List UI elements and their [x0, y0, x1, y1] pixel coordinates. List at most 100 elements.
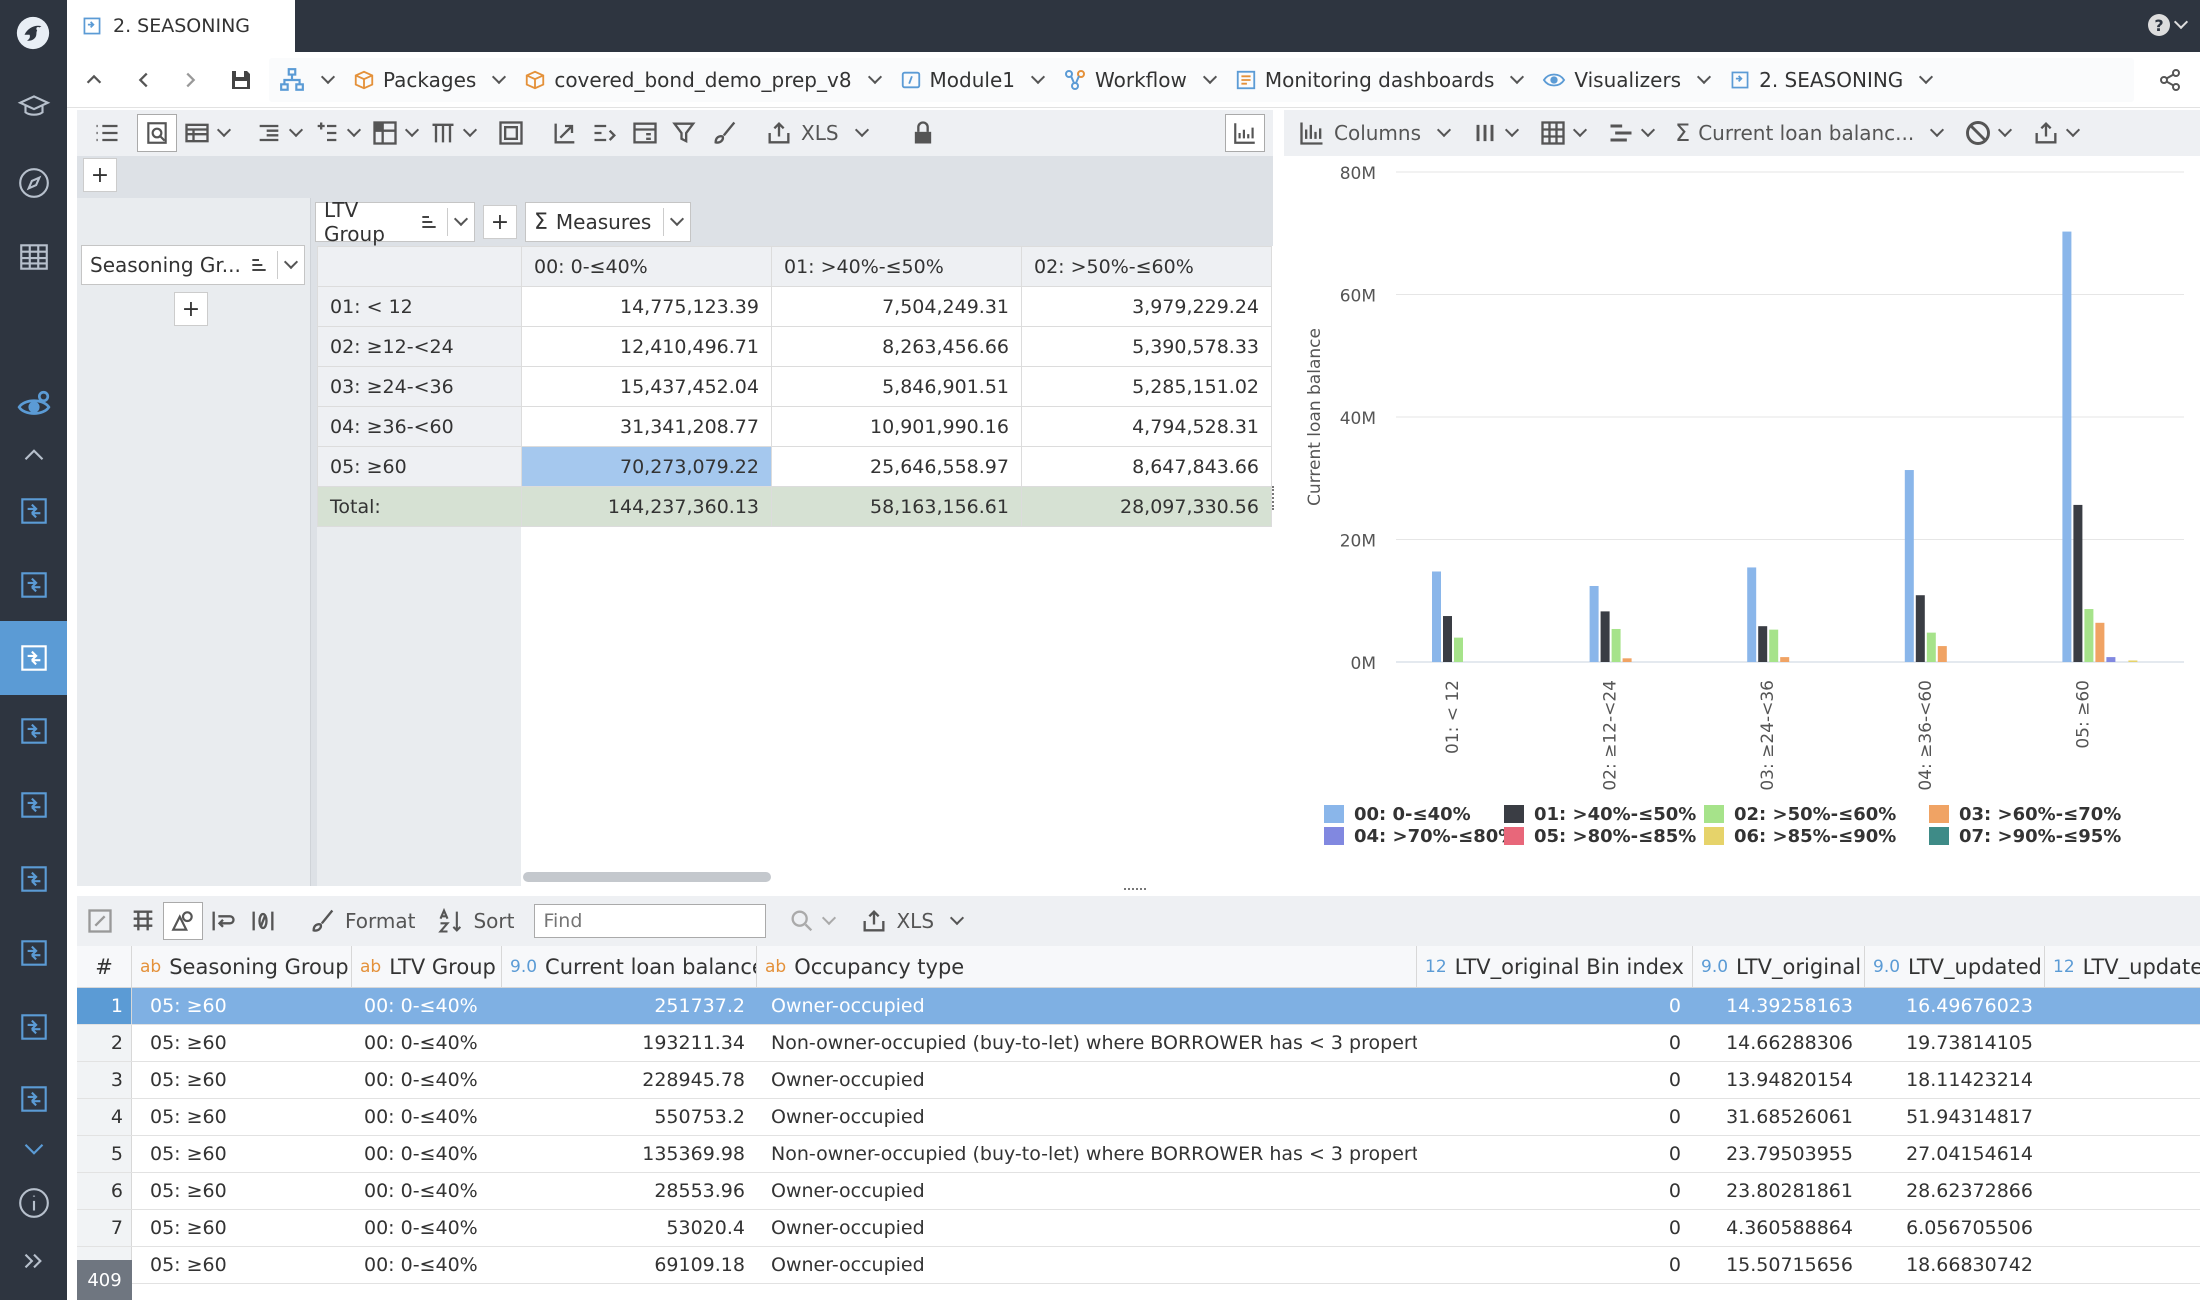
table-row[interactable]: 2 05: ≥60 00: 0-≤40% 193211.34 Non-owner-occ…	[77, 1025, 2200, 1062]
stack-button[interactable]	[1601, 110, 1659, 156]
cell-seasoning-group[interactable]: 05: ≥60	[132, 1173, 352, 1209]
null-button[interactable]	[243, 898, 283, 944]
col-header-ltv-group[interactable]: ab LTV Group	[352, 946, 502, 988]
expand-button[interactable]	[545, 110, 585, 156]
chart-export-button[interactable]	[2026, 110, 2084, 156]
back-button[interactable]	[121, 69, 167, 91]
visualizer-eye-icon[interactable]	[11, 382, 57, 428]
dashboard-9-icon[interactable]	[11, 1076, 57, 1122]
cell-ltv-updated[interactable]: 51.94314817	[1865, 1099, 2045, 1135]
grid-export-xls-button[interactable]: XLS	[854, 898, 968, 944]
export-xls-button[interactable]: XLS	[759, 110, 873, 156]
row-number[interactable]: 3	[77, 1062, 132, 1098]
cell-ltv-group[interactable]: 00: 0-≤40%	[352, 988, 502, 1024]
grid-button[interactable]	[1533, 110, 1591, 156]
add-filter-button[interactable]: +	[83, 158, 117, 192]
pivot-col-header[interactable]: 02: >50%-≤60%	[1021, 246, 1272, 287]
paint-button[interactable]	[705, 110, 745, 156]
share-button[interactable]	[2134, 68, 2200, 92]
sort-button[interactable]: Sort	[431, 898, 520, 944]
lock-button[interactable]	[903, 110, 943, 156]
cell-ltv-original[interactable]: 14.39258163	[1693, 988, 1865, 1024]
table-row[interactable]: 05: ≥60 00: 0-≤40% 69109.18 Owner-occupied 0…	[77, 1247, 2200, 1284]
list-view-button[interactable]	[77, 110, 137, 156]
col-header-ltv-updated[interactable]: 9.0 LTV_updated	[1865, 946, 2045, 988]
pivot-col-header[interactable]: 00: 0-≤40%	[521, 246, 772, 287]
pivot-row-header[interactable]: 03: ≥24-<36	[317, 366, 522, 407]
pivot-row-header[interactable]: 01: < 12	[317, 286, 522, 327]
help-menu[interactable]: ?	[2148, 14, 2189, 36]
subtotals-button[interactable]	[625, 110, 665, 156]
add-column-field-button[interactable]: +	[483, 205, 517, 239]
cell-occupancy-type[interactable]: Owner-occupied	[757, 1062, 1417, 1098]
cell-ltv-original[interactable]: 23.80281861	[1693, 1173, 1865, 1209]
pivot-cell[interactable]: 31,341,208.77	[521, 406, 772, 447]
dashboard-3-icon-active[interactable]	[0, 621, 67, 695]
pivot-cell[interactable]: 10,901,990.16	[771, 406, 1022, 447]
cell-ltv-original[interactable]: 4.360588864	[1693, 1210, 1865, 1246]
col-header-index[interactable]: #	[77, 946, 132, 988]
cell-ltv-updated[interactable]: 27.04154614	[1865, 1136, 2045, 1172]
chevron-down-icon[interactable]	[453, 211, 469, 227]
find-input[interactable]	[534, 904, 767, 938]
filter-sum-button[interactable]	[665, 110, 705, 156]
row-field-seasoning-group[interactable]: Seasoning Gr...	[81, 245, 305, 285]
breadcrumb-module[interactable]: Module1	[890, 68, 1053, 92]
cell-seasoning-group[interactable]: 05: ≥60	[132, 1247, 352, 1283]
row-number[interactable]: 1	[77, 988, 132, 1024]
scroll-down-icon[interactable]	[11, 1134, 57, 1164]
cell-current-loan-balance[interactable]: 53020.4	[502, 1210, 757, 1246]
pivot-cell[interactable]: 14,775,123.39	[521, 286, 772, 327]
cell-ltv-original-bin[interactable]: 0	[1417, 1210, 1693, 1246]
table-row[interactable]: 5 05: ≥60 00: 0-≤40% 135369.98 Non-owner-occ…	[77, 1136, 2200, 1173]
sum-button[interactable]	[585, 110, 625, 156]
cell-occupancy-type[interactable]: Non-owner-occupied (buy-to-let) where BO…	[757, 1136, 1417, 1172]
dashboard-5-icon[interactable]	[11, 782, 57, 828]
cell-ltv-group[interactable]: 00: 0-≤40%	[352, 1099, 502, 1135]
cell-current-loan-balance[interactable]: 251737.2	[502, 988, 757, 1024]
table-row[interactable]: 1 05: ≥60 00: 0-≤40% 251737.2 Owner-occupied…	[77, 988, 2200, 1025]
cell-ltv-original[interactable]: 15.50715656	[1693, 1247, 1865, 1283]
cell-ltv-original[interactable]: 14.66288306	[1693, 1025, 1865, 1061]
cell-occupancy-type[interactable]: Non-owner-occupied (buy-to-let) where BO…	[757, 1025, 1417, 1061]
chart-type-select[interactable]: Columns	[1284, 110, 1455, 156]
cell-current-loan-balance[interactable]: 193211.34	[502, 1025, 757, 1061]
cell-occupancy-type[interactable]: Owner-occupied	[757, 1210, 1417, 1246]
panel-resize-handle[interactable]	[1272, 486, 1276, 510]
row-number[interactable]: 6	[77, 1173, 132, 1209]
row-number[interactable]: 5	[77, 1136, 132, 1172]
sort-icon[interactable]	[419, 212, 439, 232]
chart-toggle-button[interactable]	[1225, 114, 1265, 152]
table-layout-button[interactable]	[177, 110, 235, 156]
cell-ltv-group[interactable]: 00: 0-≤40%	[352, 1173, 502, 1209]
disable-button[interactable]	[1958, 110, 2016, 156]
format-button[interactable]: Format	[303, 898, 421, 944]
collapse-up-button[interactable]	[67, 69, 121, 91]
cell-ltv-updated[interactable]: 16.49676023	[1865, 988, 2045, 1024]
horizontal-scrollbar[interactable]	[523, 872, 771, 882]
shapes-button[interactable]	[163, 902, 203, 940]
cell-ltv-original-bin[interactable]: 0	[1417, 1025, 1693, 1061]
dashboard-2-icon[interactable]	[11, 562, 57, 608]
cell-seasoning-group[interactable]: 05: ≥60	[132, 1136, 352, 1172]
cell-ltv-original-bin[interactable]: 0	[1417, 1136, 1693, 1172]
col-header-current-loan-balance[interactable]: 9.0 Current loan balance	[502, 946, 757, 988]
table-row[interactable]: 7 05: ≥60 00: 0-≤40% 53020.4 Owner-occupied 0…	[77, 1210, 2200, 1247]
pivot-cell[interactable]: 25,646,558.97	[771, 446, 1022, 487]
learn-icon[interactable]	[11, 84, 57, 130]
scroll-up-icon[interactable]	[11, 440, 57, 470]
cell-current-loan-balance[interactable]: 135369.98	[502, 1136, 757, 1172]
cell-ltv-updated[interactable]: 19.73814105	[1865, 1025, 2045, 1061]
cell-ltv-original[interactable]: 13.94820154	[1693, 1062, 1865, 1098]
cell-current-loan-balance[interactable]: 228945.78	[502, 1062, 757, 1098]
pivot-cell[interactable]: 7,504,249.31	[771, 286, 1022, 327]
cell-seasoning-group[interactable]: 05: ≥60	[132, 1210, 352, 1246]
indent-button[interactable]	[249, 110, 307, 156]
cell-seasoning-group[interactable]: 05: ≥60	[132, 988, 352, 1024]
pivot-row-header[interactable]: 02: ≥12-<24	[317, 326, 522, 367]
dashboard-8-icon[interactable]	[11, 1004, 57, 1050]
pivot-total-cell[interactable]: 28,097,330.56	[1021, 486, 1272, 527]
app-logo-icon[interactable]	[8, 8, 58, 58]
row-number[interactable]: 2	[77, 1025, 132, 1061]
add-row-field-button[interactable]: +	[174, 292, 208, 326]
